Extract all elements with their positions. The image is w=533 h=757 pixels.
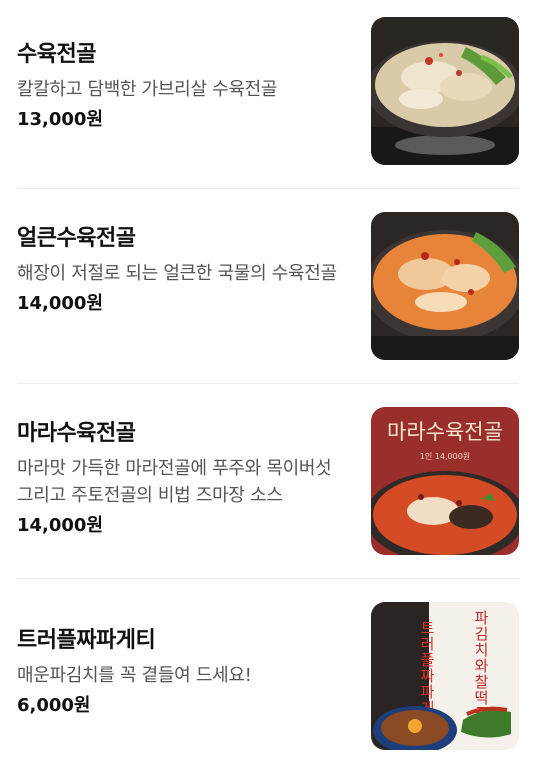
menu-item-name: 트러플짜파게티 (17, 628, 156, 653)
menu-item-description: 마라맛 가득한 마라전골에 푸주와 목이버섯 그리고 주토전골의 비법 즈마장 … (17, 458, 332, 506)
menu-item-suyuk-jeongol[interactable]: 수육전골 칼칼하고 담백한 가브리살 수육전골 13,000원 (0, 0, 533, 188)
menu-item-description: 매운파김치를 꼭 곁들여 드세요! (17, 665, 252, 686)
menu-item-price: 6,000원 (17, 695, 91, 716)
menu-item-text: 마라수육전골 마라맛 가득한 마라전골에 푸주와 목이버섯 그리고 주토전골의 … (17, 419, 352, 539)
menu-item-text: 수육전골 칼칼하고 담백한 가브리살 수육전골 13,000원 (17, 40, 352, 133)
mala-hotpot-poster-icon[interactable]: 마라수육전골 1인 14,000원 (371, 407, 519, 555)
menu-item-text: 얼큰수육전골 해장이 저절로 되는 얼큰한 국물의 수육전골 14,000원 (17, 224, 352, 317)
truffle-noodle-poster-icon[interactable]: 트러플짜파게티 파김치와찰떡궁합 (371, 602, 519, 750)
poster-subtitle: 1인 14,000원 (420, 451, 470, 461)
menu-item-description: 해장이 저절로 되는 얼큰한 국물의 수육전골 (17, 263, 337, 284)
menu-item-price: 14,000원 (17, 515, 104, 536)
menu-item-eolkeun-suyuk-jeongol[interactable]: 얼큰수육전골 해장이 저절로 되는 얼큰한 국물의 수육전골 14,000원 (0, 189, 533, 383)
menu-item-price: 14,000원 (17, 293, 104, 314)
menu-item-name: 수육전골 (17, 42, 96, 67)
menu-item-truffle-jjapaghetti[interactable]: 트러플짜파게티 매운파김치를 꼭 곁들여 드세요! 6,000원 트러플짜파게티… (0, 579, 533, 757)
menu-item-description: 칼칼하고 담백한 가브리살 수육전골 (17, 79, 278, 100)
menu-item-text: 트러플짜파게티 매운파김치를 꼭 곁들여 드세요! 6,000원 (17, 626, 352, 719)
menu-item-mala-suyuk-jeongol[interactable]: 마라수육전골 마라맛 가득한 마라전골에 푸주와 목이버섯 그리고 주토전골의 … (0, 384, 533, 578)
hotpot-photo-icon[interactable] (371, 17, 519, 165)
poster-title: 마라수육전골 (387, 420, 503, 444)
menu-list: 수육전골 칼칼하고 담백한 가브리살 수육전골 13,000원 얼큰수육전골 해… (0, 0, 533, 757)
menu-item-name: 얼큰수육전골 (17, 226, 136, 251)
menu-item-name: 마라수육전골 (17, 421, 136, 446)
spicy-hotpot-photo-icon[interactable] (371, 212, 519, 360)
menu-item-price: 13,000원 (17, 109, 104, 130)
